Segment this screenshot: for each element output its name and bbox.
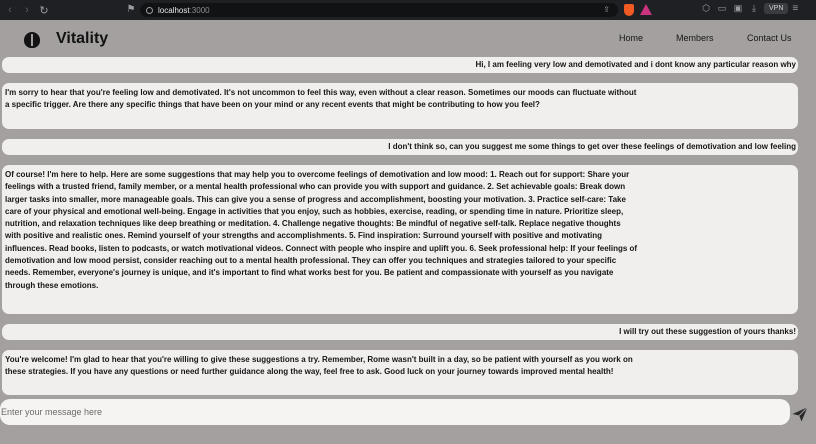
sidebar-icon[interactable]: ▭ [716,3,728,14]
bot-message: You're welcome! I'm glad to hear that yo… [2,350,798,395]
user-message: Hi, I am feeling very low and demotivate… [2,57,798,73]
reload-icon[interactable]: ↻ [36,4,52,17]
browser-nav-group: ‹ › ↻ [0,4,124,17]
bot-message: I'm sorry to hear that you're feeling lo… [2,83,798,129]
forward-icon[interactable]: › [19,4,35,16]
address-bar[interactable]: localhost :3000 ⇪ [140,3,618,17]
site-info-icon[interactable] [146,6,153,14]
browser-menu-icon[interactable]: ≡ [792,3,798,14]
bookmark-icon[interactable]: ⚑ [124,4,138,15]
send-icon[interactable] [791,405,809,423]
brain-logo-icon [24,32,40,48]
nav-members-link[interactable]: Members [676,33,714,43]
extensions-icon[interactable]: ⬡ [700,3,712,14]
brand-name: Vitality [56,30,109,47]
message-input[interactable] [0,399,790,425]
back-icon[interactable]: ‹ [2,4,18,16]
downloads-icon[interactable]: ⤓ [748,3,760,14]
brave-shields-icon[interactable] [624,4,634,16]
message-composer [0,399,790,425]
page-footer-area [0,430,816,444]
nav-home-link[interactable]: Home [619,33,643,43]
browser-extensions: ⬡ ▭ ▣ ⤓ VPN ≡ [700,3,798,14]
nav-contact-link[interactable]: Contact Us [747,33,792,43]
app-header: Vitality Home Members Contact Us [0,20,816,56]
share-icon[interactable]: ⇪ [603,5,610,14]
url-port: :3000 [189,5,210,15]
brave-rewards-icon[interactable] [640,4,652,15]
wallet-icon[interactable]: ▣ [732,3,744,14]
user-message: I don't think so, can you suggest me som… [2,139,798,155]
bot-message: Of course! I'm here to help. Here are so… [2,165,798,314]
vpn-button[interactable]: VPN [764,3,789,14]
url-host: localhost [158,5,190,15]
user-message: I will try out these suggestion of yours… [2,324,798,340]
browser-toolbar: ‹ › ↻ ⚑ localhost :3000 ⇪ ⬡ ▭ ▣ ⤓ VPN ≡ [0,0,816,20]
